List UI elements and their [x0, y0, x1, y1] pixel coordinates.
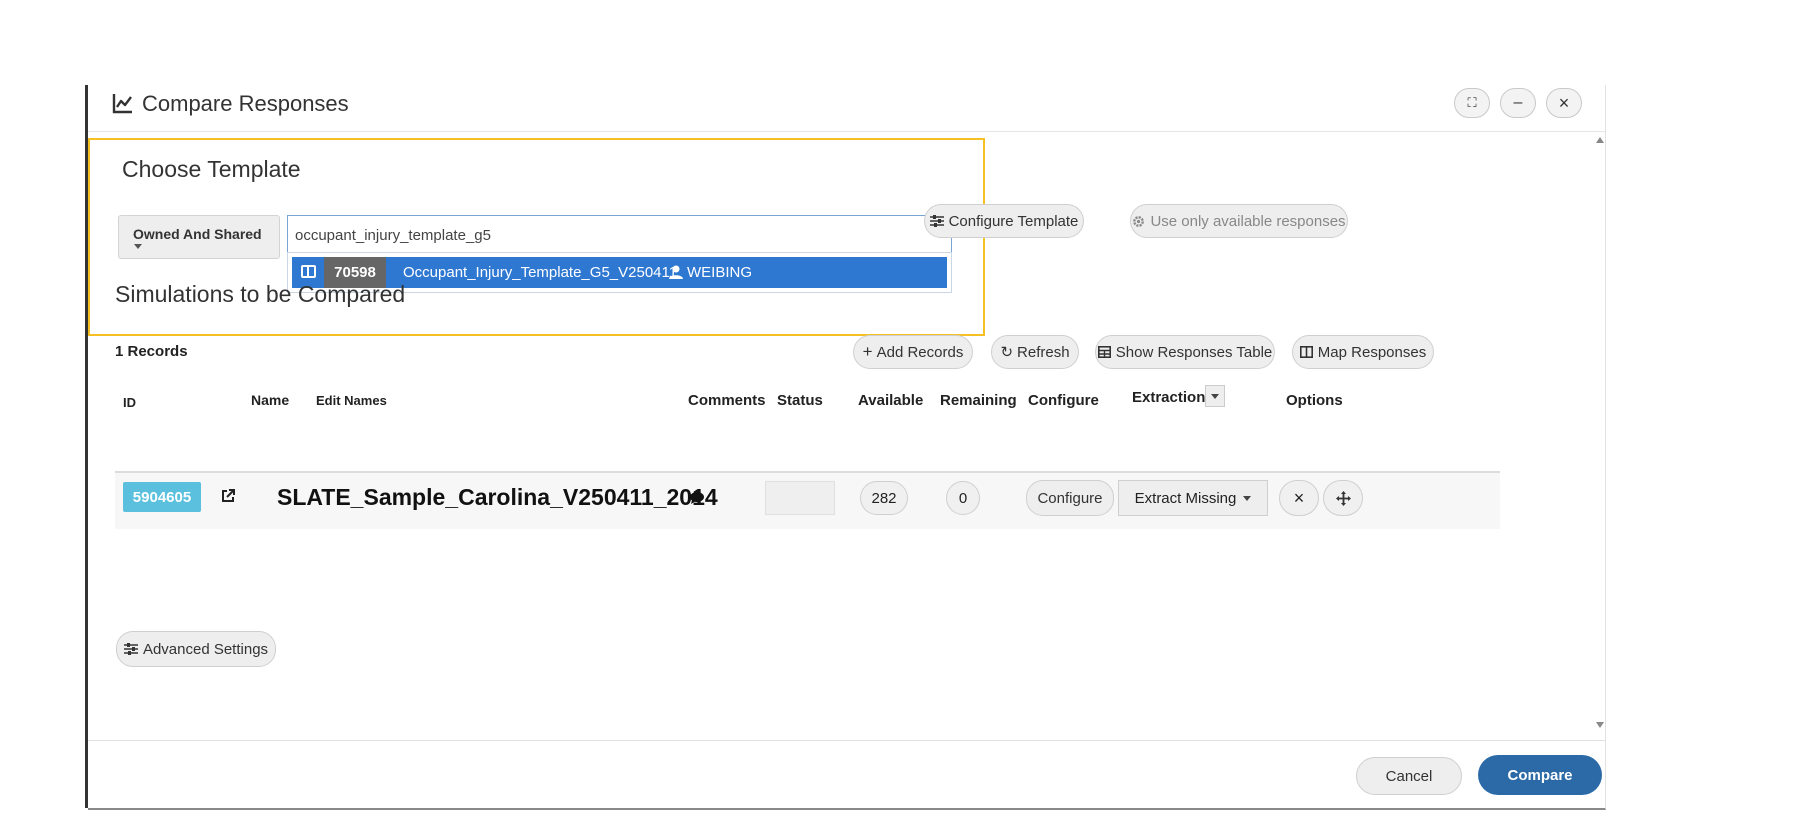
col-configure: Configure [1028, 392, 1099, 409]
chevron-down-icon [1211, 393, 1219, 399]
compare-responses-modal: Compare Responses ⛶ – × Choose Template … [88, 85, 1606, 810]
add-records-button[interactable]: + Add Records [853, 335, 973, 369]
maximize-icon: ⛶ [1467, 95, 1477, 110]
add-records-label: Add Records [876, 343, 964, 361]
template-name: Occupant_Injury_Template_G5_V250411 [403, 264, 678, 281]
template-icon [301, 265, 316, 278]
show-responses-table-label: Show Responses Table [1115, 343, 1273, 361]
available-count: 282 [860, 481, 908, 515]
line-chart-icon [112, 92, 134, 114]
configure-template-button[interactable]: Configure Template [924, 204, 1084, 238]
modal-title: Compare Responses [142, 91, 349, 116]
col-status: Status [777, 392, 823, 409]
extract-missing-label: Extract Missing [1134, 489, 1237, 507]
show-responses-table-button[interactable]: Show Responses Table [1095, 335, 1275, 369]
template-search-input[interactable] [287, 215, 952, 255]
sliders-icon [929, 215, 944, 227]
move-record-button[interactable] [1323, 480, 1363, 516]
simulation-id-badge[interactable]: 5904605 [123, 482, 201, 512]
cancel-label: Cancel [1385, 767, 1433, 785]
close-button[interactable]: × [1546, 88, 1582, 118]
external-link-icon[interactable] [220, 488, 236, 504]
simulation-name: SLATE_Sample_Carolina_V250411_2014 [277, 484, 718, 510]
template-owner: WEIBING [687, 264, 753, 281]
table-icon [1097, 346, 1111, 358]
col-available: Available [858, 392, 924, 409]
close-icon: × [1293, 487, 1305, 508]
minimize-button[interactable]: – [1500, 88, 1536, 118]
chevron-down-icon [134, 244, 142, 249]
map-responses-label: Map Responses [1317, 343, 1427, 361]
footer-divider [88, 740, 1605, 741]
edit-names-link[interactable]: Edit Names [316, 393, 387, 408]
simulations-heading: Simulations to be Compared [115, 281, 406, 307]
user-icon [669, 265, 683, 279]
columns-icon [1299, 346, 1313, 358]
records-count: 1 Records [115, 343, 188, 360]
gear-icon [1132, 215, 1145, 228]
move-icon [1335, 490, 1351, 506]
scroll-down-arrow[interactable] [1596, 722, 1604, 728]
configure-row-button[interactable]: Configure [1026, 480, 1114, 516]
configure-template-label: Configure Template [948, 212, 1079, 230]
chevron-down-icon [1243, 495, 1252, 501]
configure-row-label: Configure [1037, 489, 1103, 507]
col-remaining: Remaining [940, 392, 1017, 409]
compare-button[interactable]: Compare [1478, 755, 1602, 795]
choose-template-heading: Choose Template [122, 156, 301, 182]
col-options: Options [1286, 392, 1343, 409]
map-responses-button[interactable]: Map Responses [1292, 335, 1434, 369]
refresh-label: Refresh [1017, 343, 1070, 361]
template-filter-label: Owned And Shared [133, 226, 262, 242]
refresh-button[interactable]: ↻ Refresh [991, 335, 1079, 369]
sliders-icon [123, 643, 138, 655]
col-extraction: Extraction [1132, 389, 1206, 406]
col-comments: Comments [688, 392, 766, 409]
refresh-icon: ↻ [1000, 344, 1014, 361]
extract-missing-dropdown[interactable]: Extract Missing [1118, 480, 1268, 516]
col-name: Name [251, 392, 290, 408]
status-indicator [765, 481, 835, 515]
plus-icon: + [862, 342, 873, 361]
cancel-button[interactable]: Cancel [1356, 757, 1462, 795]
scroll-up-arrow[interactable] [1596, 137, 1604, 143]
use-available-responses-button[interactable]: Use only available responses [1130, 204, 1348, 238]
close-icon: × [1558, 92, 1570, 113]
remove-record-button[interactable]: × [1279, 480, 1319, 516]
title-bar: Compare Responses ⛶ – × [88, 85, 1605, 132]
compare-label: Compare [1507, 766, 1573, 784]
maximize-button[interactable]: ⛶ [1454, 88, 1490, 118]
comment-icon[interactable] [689, 491, 705, 505]
extraction-dropdown[interactable] [1205, 385, 1225, 407]
col-id: ID [123, 395, 136, 410]
minimize-icon: – [1513, 94, 1523, 111]
use-available-responses-label: Use only available responses [1150, 212, 1346, 230]
advanced-settings-button[interactable]: Advanced Settings [116, 631, 276, 667]
template-filter-dropdown[interactable]: Owned And Shared [118, 215, 280, 259]
remaining-count: 0 [946, 481, 980, 515]
advanced-settings-label: Advanced Settings [142, 640, 269, 658]
